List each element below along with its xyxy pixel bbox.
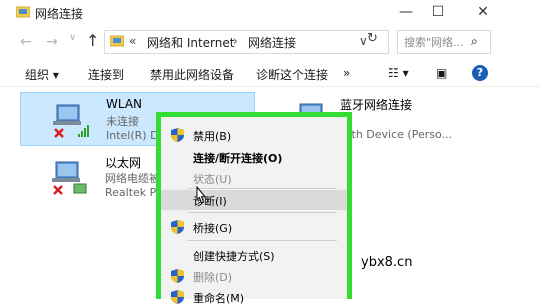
network-folder-icon	[16, 6, 30, 18]
mouse-cursor-icon	[196, 186, 207, 204]
menu-item-disable[interactable]: 禁用(B)	[161, 125, 347, 145]
breadcrumb-network-internet[interactable]: 网络和 Internet	[147, 34, 234, 51]
menu-separator	[187, 188, 337, 189]
connect-to-button[interactable]: 连接到	[88, 66, 124, 83]
connection-name: 蓝牙网络连接	[340, 98, 413, 112]
menu-item-label: 状态(U)	[193, 173, 232, 186]
recent-locations-button[interactable]: ∨	[69, 32, 76, 43]
up-button[interactable]: ↑	[86, 31, 99, 50]
menu-separator	[187, 240, 337, 241]
command-bar: 组织 ▾ 连接到 禁用此网络设备 诊断这个连接 » ☷ ▾ ▣ ?	[0, 62, 541, 87]
breadcrumb-separator[interactable]: ›	[233, 34, 238, 48]
menu-item-diagnose[interactable]: 诊断(I)	[161, 190, 347, 210]
search-icon[interactable]: ⌕	[471, 34, 478, 49]
connection-status: 未连接	[106, 115, 139, 128]
menu-item-rename[interactable]: 重命名(M)	[161, 287, 347, 307]
menu-item-status[interactable]: 状态(U)	[161, 168, 347, 188]
shield-icon	[171, 269, 184, 283]
menu-separator	[187, 212, 337, 213]
menu-item-label: 连接/断开连接(O)	[193, 152, 283, 165]
help-icon[interactable]: ?	[472, 65, 488, 81]
window-title: 网络连接	[35, 7, 84, 21]
address-bar[interactable]: « 网络和 Internet › 网络连接 ∨	[104, 30, 389, 54]
connection-name: 以太网	[105, 156, 142, 170]
close-button[interactable]: ✕	[460, 0, 506, 24]
ethernet-adapter-icon	[52, 161, 87, 195]
menu-item-create-shortcut[interactable]: 创建快捷方式(S)	[161, 245, 347, 265]
menu-item-label: 删除(D)	[193, 271, 233, 284]
more-commands-button[interactable]: »	[343, 66, 350, 80]
wifi-adapter-icon	[53, 104, 89, 138]
connection-name: WLAN	[106, 97, 143, 111]
search-placeholder: 搜索"网络...	[404, 36, 464, 49]
preview-pane-button[interactable]: ▣	[436, 66, 447, 80]
search-input[interactable]: 搜索"网络... ⌕	[397, 30, 491, 54]
context-menu: 禁用(B) 连接/断开连接(O) 状态(U) 诊断(I) 桥接(G) 创建快捷方…	[156, 112, 352, 305]
refresh-button[interactable]: ↻	[367, 31, 378, 46]
menu-item-label: 创建快捷方式(S)	[193, 250, 275, 263]
shield-icon	[171, 128, 184, 142]
title-bar: 网络连接 — ☐ ✕	[0, 0, 541, 24]
diagnose-button[interactable]: 诊断这个连接	[256, 66, 328, 83]
connection-device: Intel(R) D	[106, 129, 159, 142]
view-options-button[interactable]: ☷ ▾	[388, 66, 409, 80]
breadcrumb-overflow[interactable]: «	[129, 34, 136, 48]
connection-device: Realtek P	[105, 186, 157, 199]
organize-menu[interactable]: 组织 ▾	[25, 66, 59, 83]
menu-item-bridge[interactable]: 桥接(G)	[161, 217, 347, 237]
breadcrumb-network-connections[interactable]: 网络连接	[248, 34, 296, 51]
menu-item-label: 禁用(B)	[193, 130, 232, 143]
shield-icon	[171, 220, 184, 234]
menu-item-label: 桥接(G)	[193, 222, 233, 235]
network-folder-icon	[110, 35, 124, 47]
watermark-text: ybx8.cn	[361, 255, 413, 270]
menu-item-label: 重命名(M)	[193, 292, 245, 305]
menu-item-connect-disconnect[interactable]: 连接/断开连接(O)	[161, 147, 347, 167]
forward-button[interactable]: →	[46, 34, 58, 50]
back-button[interactable]: ←	[20, 34, 32, 50]
menu-item-delete[interactable]: 删除(D)	[161, 266, 347, 286]
shield-icon	[171, 290, 184, 304]
maximize-button[interactable]: ☐	[415, 0, 461, 24]
disable-device-button[interactable]: 禁用此网络设备	[150, 66, 234, 83]
